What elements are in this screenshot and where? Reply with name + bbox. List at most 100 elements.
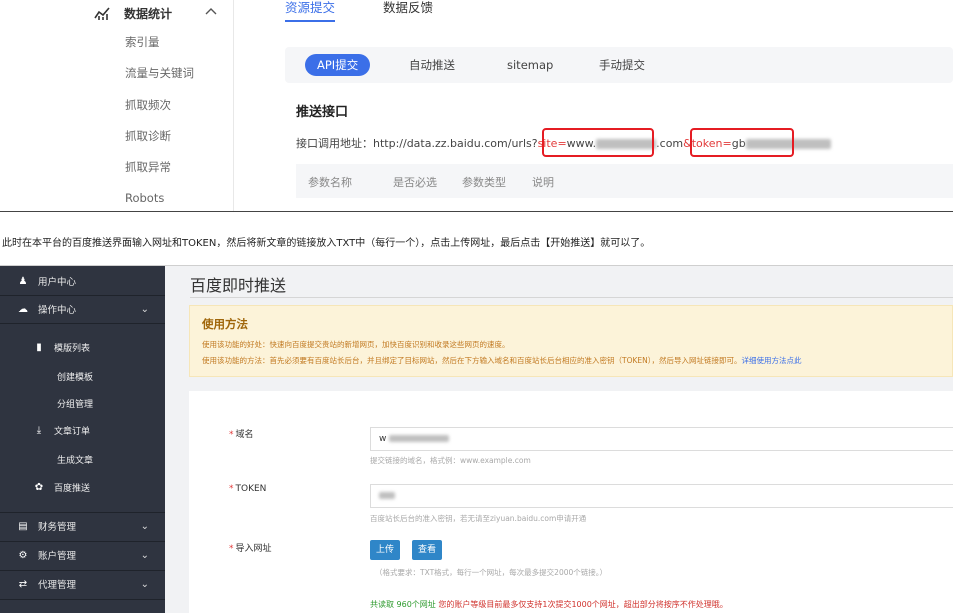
nav-create-template[interactable]: 创建模板 bbox=[0, 367, 165, 385]
import-label-text: 导入网址 bbox=[235, 544, 272, 554]
nav-article-order-label: 文章订单 bbox=[54, 426, 91, 437]
import-result: 共读取 960个网址 您的账户等级目前最多仅支持1次提交1000个网址，超出部分… bbox=[370, 599, 728, 610]
usage-method-body: 使用该功能的方法：首先必须要有百度站长后台，并且绑定了目标网站，然后在下方输入域… bbox=[202, 356, 742, 365]
param-table-header: 参数名称 是否必选 参数类型 说明 bbox=[296, 164, 953, 198]
param-col-required: 是否必选 bbox=[393, 176, 437, 189]
token-help: 百度站长后台的准入密钥，若无请至ziyuan.baidu.com申请开通 bbox=[370, 514, 587, 523]
tab-auto-push[interactable]: 自动推送 bbox=[409, 54, 455, 76]
download-icon: ⤓ bbox=[36, 424, 42, 436]
domain-input[interactable]: w bbox=[370, 427, 953, 451]
nav-user-center[interactable]: ♟ 用户中心 bbox=[0, 272, 165, 290]
param-col-name: 参数名称 bbox=[308, 176, 352, 189]
nav-baidu-push-label: 百度推送 bbox=[54, 483, 91, 494]
chevron-down-icon: ⌄ bbox=[140, 578, 149, 590]
submenu-crawl-errors[interactable]: 抓取异常 bbox=[125, 159, 194, 190]
user-icon: ♟ bbox=[18, 275, 28, 287]
tab-data-feedback[interactable]: 数据反馈 bbox=[383, 0, 433, 22]
required-mark: * bbox=[229, 484, 234, 494]
gears-icon: ⚙ bbox=[18, 549, 28, 561]
submenu-crawl-diagnosis[interactable]: 抓取诊断 bbox=[125, 128, 194, 159]
chevron-down-icon: ⌄ bbox=[140, 549, 149, 561]
title-divider bbox=[190, 297, 953, 298]
nav-separator bbox=[0, 570, 165, 571]
domain-help: 提交链接的域名，格式例：www.example.com bbox=[370, 456, 531, 465]
chevron-up-icon[interactable] bbox=[204, 5, 218, 19]
domain-label-text: 域名 bbox=[235, 430, 254, 440]
cloud-icon: ☁ bbox=[18, 303, 28, 315]
submenu-traffic-keywords[interactable]: 流量与关键词 bbox=[125, 65, 194, 96]
nav-baidu-push[interactable]: ✿ 百度推送 bbox=[0, 478, 165, 496]
instruction-caption: 此时在本平台的百度推送界面输入网址和TOKEN，然后将新文章的链接放入TXT中（… bbox=[2, 238, 651, 249]
result-count: 共读取 960个网址 bbox=[370, 600, 436, 609]
push-tool-screenshot: ♟ 用户中心 ☁ 操作中心 ⌄ ▮ 模版列表 创建模板 分组管理 ⤓ 文章订单 … bbox=[0, 265, 953, 613]
tab-api-submit[interactable]: API提交 bbox=[305, 54, 371, 76]
site-highlight-box bbox=[542, 128, 654, 157]
usage-detail-link[interactable]: 详细使用方法点此 bbox=[742, 356, 802, 365]
nav-ops-center-label: 操作中心 bbox=[38, 305, 77, 316]
domain-value-text: w bbox=[379, 434, 387, 444]
param-col-desc: 说明 bbox=[532, 176, 554, 189]
upload-button[interactable]: 上传 bbox=[370, 540, 401, 560]
token-input[interactable] bbox=[370, 484, 953, 508]
top-divider-rule bbox=[0, 211, 953, 212]
stats-chart-icon bbox=[94, 7, 110, 20]
book-icon: ▮ bbox=[36, 341, 42, 353]
nav-ops-center[interactable]: ☁ 操作中心 ⌄ bbox=[0, 300, 165, 318]
data-stats-section[interactable]: 数据统计 bbox=[94, 4, 217, 22]
nav-separator bbox=[0, 599, 165, 600]
result-warning: 您的账户等级目前最多仅支持1次提交1000个网址，超出部分将按序不作处理哦。 bbox=[438, 600, 728, 609]
usage-method-text: 使用该功能的方法：首先必须要有百度站长后台，并且绑定了目标网站，然后在下方输入域… bbox=[202, 355, 802, 366]
nav-template-list-label: 模版列表 bbox=[54, 343, 91, 354]
required-mark: * bbox=[229, 430, 234, 440]
sidebar: ♟ 用户中心 ☁ 操作中心 ⌄ ▮ 模版列表 创建模板 分组管理 ⤓ 文章订单 … bbox=[0, 266, 165, 613]
import-label: * 导入网址 bbox=[229, 541, 272, 554]
token-label-text: TOKEN bbox=[235, 484, 267, 494]
domain-label: * 域名 bbox=[229, 427, 254, 440]
page-title: 百度即时推送 bbox=[190, 276, 287, 295]
tab-sitemap[interactable]: sitemap bbox=[507, 54, 553, 76]
push-form: * 域名 w 提交链接的域名，格式例：www.example.com * TOKEN… bbox=[189, 391, 953, 613]
api-site-value-end: .com bbox=[656, 137, 684, 150]
param-col-type: 参数类型 bbox=[462, 176, 506, 189]
chevron-down-icon: ⌄ bbox=[140, 520, 149, 532]
shuffle-icon: ⇄ bbox=[18, 578, 28, 590]
main-content: 百度即时推送 使用方法 使用该功能的好处：快速向百度提交贵站的新增网页，加快百度… bbox=[165, 266, 953, 613]
chevron-down-icon: ⌄ bbox=[140, 303, 149, 315]
token-input-value bbox=[379, 491, 395, 501]
token-highlight-box bbox=[690, 128, 794, 157]
domain-input-value: w bbox=[379, 434, 450, 444]
sidebar-divider bbox=[233, 0, 234, 212]
import-format-note: （格式要求：TXT格式，每行一个网址，每次最多提交2000个链接。） bbox=[375, 568, 608, 577]
nav-account-label: 账户管理 bbox=[38, 551, 77, 562]
required-mark: * bbox=[229, 544, 234, 554]
token-label: * TOKEN bbox=[229, 484, 266, 494]
view-button[interactable]: 查看 bbox=[412, 540, 443, 560]
usage-benefit-text: 使用该功能的好处：快速向百度提交贵站的新增网页，加快百度识别和收录这些网页的速度… bbox=[202, 340, 510, 349]
nav-article-order[interactable]: ⤓ 文章订单 bbox=[0, 421, 165, 439]
api-url-prefix: 接口调用地址：http://data.zz.baidu.com/urls? bbox=[296, 137, 538, 150]
nav-finance[interactable]: ▤ 财务管理 ⌄ bbox=[0, 517, 165, 535]
redacted-domain bbox=[389, 435, 450, 442]
usage-title: 使用方法 bbox=[202, 317, 248, 331]
nav-account[interactable]: ⚙ 账户管理 ⌄ bbox=[0, 546, 165, 564]
submenu-index-volume[interactable]: 索引量 bbox=[125, 34, 194, 65]
submit-method-tabs: API提交 自动推送 sitemap 手动提交 bbox=[285, 47, 953, 83]
nav-separator bbox=[0, 295, 165, 296]
cart-icon: ▤ bbox=[18, 520, 28, 532]
tab-manual-submit[interactable]: 手动提交 bbox=[599, 54, 645, 76]
push-api-title: 推送接口 bbox=[296, 105, 349, 120]
paw-icon: ✿ bbox=[34, 481, 44, 493]
nav-agent[interactable]: ⇄ 代理管理 ⌄ bbox=[0, 575, 165, 593]
nav-generate-article[interactable]: 生成文章 bbox=[0, 450, 165, 468]
redacted-token-value bbox=[379, 492, 395, 499]
nav-separator bbox=[0, 323, 165, 324]
submenu-robots[interactable]: Robots bbox=[125, 190, 194, 221]
tab-resource-submit[interactable]: 资源提交 bbox=[285, 0, 336, 22]
nav-template-list[interactable]: ▮ 模版列表 bbox=[0, 338, 165, 356]
data-stats-label: 数据统计 bbox=[124, 6, 173, 21]
submenu-crawl-frequency[interactable]: 抓取频次 bbox=[125, 97, 194, 128]
nav-separator bbox=[0, 512, 165, 513]
baidu-webmaster-screenshot: 数据统计 索引量 流量与关键词 抓取频次 抓取诊断 抓取异常 Robots 资源… bbox=[0, 0, 953, 212]
nav-finance-label: 财务管理 bbox=[38, 522, 77, 533]
nav-group-manage[interactable]: 分组管理 bbox=[0, 394, 165, 412]
